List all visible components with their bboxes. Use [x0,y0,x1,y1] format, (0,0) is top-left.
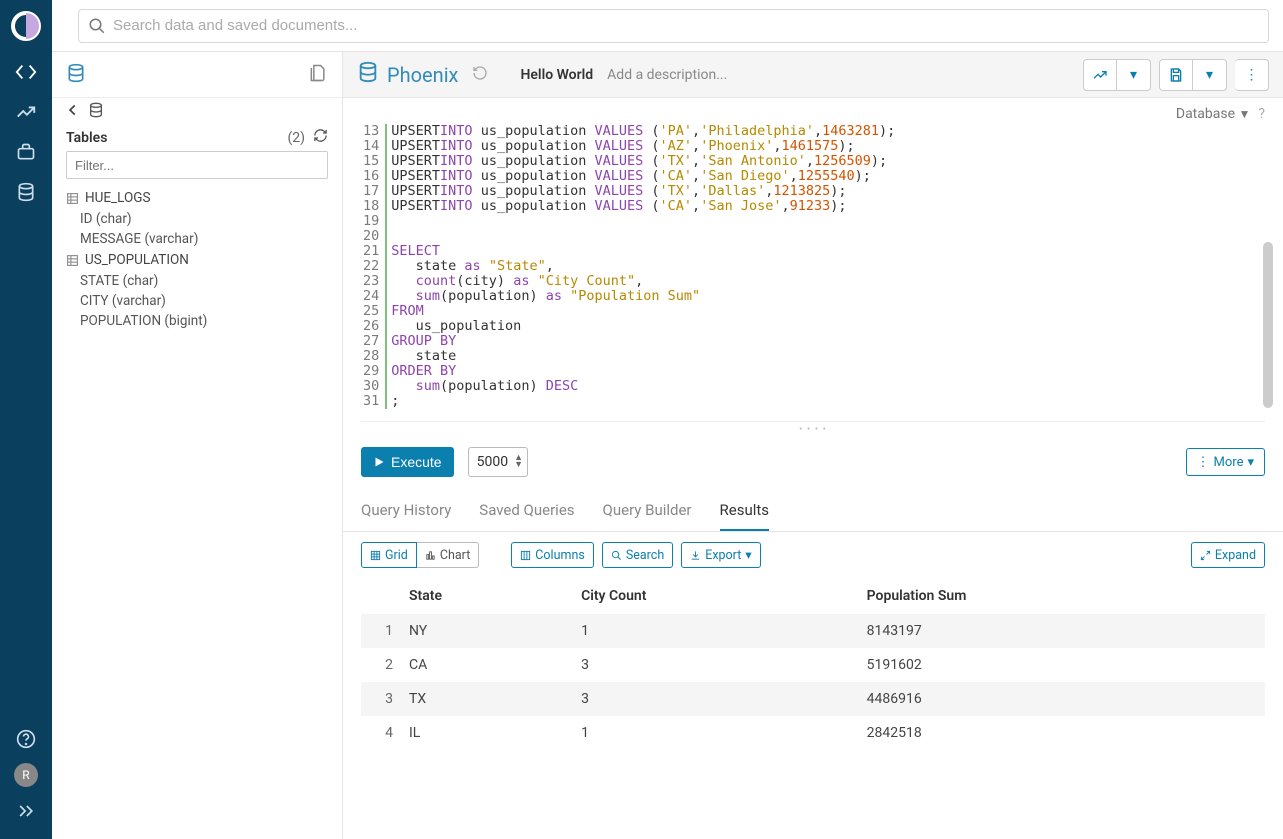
cell: 4486916 [859,682,1265,716]
grid-view-button[interactable]: Grid [361,542,417,568]
execute-button[interactable]: Execute [361,447,454,477]
cell: 8143197 [859,614,1265,648]
left-rail: R [0,0,52,839]
table-item[interactable]: US_POPULATION [66,249,328,271]
cell: NY [401,614,573,648]
app-logo [0,0,52,52]
back-icon[interactable] [66,103,80,121]
database-selector[interactable]: Database ▼ [1176,106,1251,122]
cell: 1 [361,614,401,648]
table-row[interactable]: 4IL12842518 [361,716,1265,750]
table-item[interactable]: HUE_LOGS [66,187,328,209]
editor-header: Phoenix Hello World Add a description...… [343,52,1283,98]
tab-results[interactable]: Results [720,501,770,531]
refresh-icon[interactable] [313,128,328,147]
column-item[interactable]: MESSAGE (varchar) [66,229,328,249]
table-row[interactable]: 1NY18143197 [361,614,1265,648]
cell: 3 [573,682,859,716]
tab-query-history[interactable]: Query History [361,501,451,531]
save-button[interactable] [1159,59,1193,91]
column-item[interactable]: ID (char) [66,209,328,229]
chart-result-button[interactable]: Chart [417,542,479,568]
tables-count: (2) [287,130,305,146]
cell: IL [401,716,573,750]
tab-query-builder[interactable]: Query Builder [603,501,692,531]
cell: 3 [573,648,859,682]
export-button[interactable]: Export ▾ [681,542,760,568]
more-actions-button[interactable]: ⋮ More ▾ [1186,448,1265,476]
engine-icon [357,61,379,88]
columns-button[interactable]: Columns [511,542,594,568]
row-limit-input[interactable]: 5000 ▲▼ [468,447,528,477]
avatar[interactable]: R [14,763,38,787]
tab-saved-queries[interactable]: Saved Queries [479,501,574,531]
expand-button[interactable]: Expand [1191,542,1265,568]
help-icon[interactable] [0,719,52,759]
collapse-rail-icon[interactable] [0,791,52,831]
tables-heading: Tables [66,130,107,146]
topbar [52,0,1283,52]
more-menu-button[interactable]: ⋮ [1235,59,1269,91]
column-item[interactable]: STATE (char) [66,271,328,291]
tables-tree: HUE_LOGSID (char)MESSAGE (varchar)US_POP… [52,185,342,333]
editor-scrollbar[interactable] [1261,122,1273,421]
cell: 2842518 [859,716,1265,750]
save-dropdown[interactable]: ▾ [1193,59,1227,91]
nav-jobs-icon[interactable] [0,132,52,172]
resize-handle[interactable]: • • • • [343,422,1283,437]
results-table: StateCity CountPopulation Sum 1NY1814319… [361,578,1265,750]
result-tabs: Query History Saved Queries Query Builder R… [343,487,1283,532]
column-header[interactable]: City Count [573,578,859,614]
engine-title[interactable]: Phoenix [387,63,458,87]
assist-sidebar: Tables (2) HUE_LOGSID (char)MESSAGE (var… [52,52,343,839]
cell: 3 [361,682,401,716]
sql-editor[interactable]: 13141516171819202122232425262728293031 U… [361,122,1265,422]
documents-icon[interactable] [308,63,328,87]
tables-filter-input[interactable] [66,151,328,179]
help-mini-icon[interactable]: ? [1258,106,1265,122]
column-header[interactable] [361,578,401,614]
cell: 1 [573,716,859,750]
column-item[interactable]: POPULATION (bigint) [66,311,328,331]
stepper-icon[interactable]: ▲▼ [514,455,523,469]
cell: CA [401,648,573,682]
doc-name[interactable]: Hello World [520,67,593,83]
db-small-icon [88,102,104,122]
cell: TX [401,682,573,716]
column-header[interactable]: State [401,578,573,614]
history-undo-icon[interactable] [472,65,488,85]
nav-tables-icon[interactable] [0,172,52,212]
column-item[interactable]: CITY (varchar) [66,291,328,311]
db-source-icon[interactable] [66,63,86,87]
search-results-button[interactable]: Search [602,542,673,568]
column-header[interactable]: Population Sum [859,578,1265,614]
chart-view-button[interactable] [1083,59,1117,91]
table-row[interactable]: 3TX34486916 [361,682,1265,716]
search-icon [88,17,106,39]
table-row[interactable]: 2CA35191602 [361,648,1265,682]
cell: 1 [573,614,859,648]
cell: 2 [361,648,401,682]
line-gutter: 13141516171819202122232425262728293031 [361,124,387,409]
global-search-input[interactable] [78,9,1269,43]
nav-editor-icon[interactable] [0,52,52,92]
doc-description[interactable]: Add a description... [607,67,727,83]
chart-view-dropdown[interactable]: ▾ [1117,59,1151,91]
cell: 4 [361,716,401,750]
nav-dashboards-icon[interactable] [0,92,52,132]
cell: 5191602 [859,648,1265,682]
